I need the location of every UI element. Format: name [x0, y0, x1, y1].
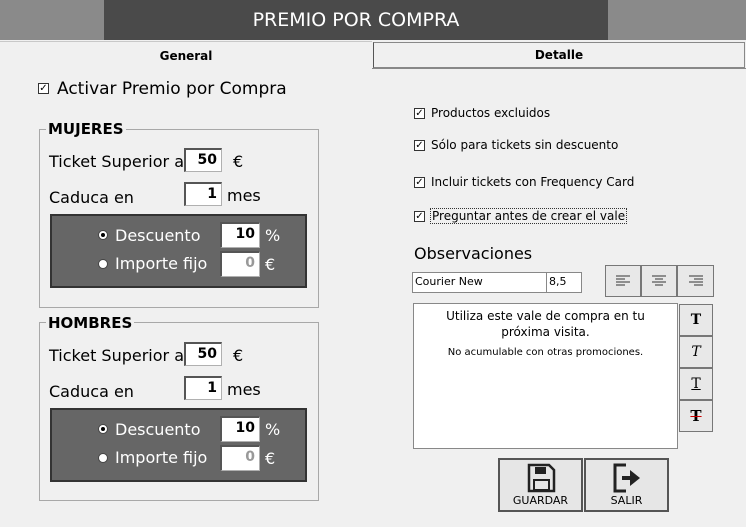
align-center-icon [652, 275, 666, 286]
bold-icon: T [690, 312, 702, 328]
align-right-button[interactable] [677, 265, 714, 297]
hombres-legend: HOMBRES [46, 314, 135, 332]
memo-line-1: Utiliza este vale de compra en tu [446, 309, 645, 323]
hombres-descuento-unit: % [265, 420, 281, 439]
sin-descuento-label: Sólo para tickets sin descuento [431, 138, 619, 152]
tab-detalle[interactable]: Detalle [373, 42, 745, 68]
mujeres-descuento-unit: % [265, 226, 281, 245]
frequency-card-label: Incluir tickets con Frequency Card [431, 175, 635, 189]
mujeres-importe-label: Importe fijo [115, 254, 208, 273]
activar-checkbox[interactable]: ✓ [38, 83, 49, 94]
underline-button[interactable]: T [679, 368, 713, 400]
productos-excluidos-checkbox[interactable]: ✓ [414, 108, 425, 119]
strikethrough-icon: T [690, 407, 702, 425]
mujeres-caduca-label: Caduca en [49, 188, 134, 207]
mujeres-importe-input[interactable]: 0 [220, 251, 260, 277]
hombres-ticket-label: Ticket Superior a [49, 346, 184, 365]
italic-button[interactable]: T [679, 336, 713, 368]
sin-descuento-checkbox[interactable]: ✓ [414, 140, 425, 151]
hombres-ticket-input[interactable]: 50 [184, 342, 222, 366]
align-right-icon [688, 275, 703, 286]
mujeres-caduca-unit: mes [227, 186, 261, 205]
memo-line-2: próxima visita. [501, 325, 590, 339]
hombres-importe-label: Importe fijo [115, 448, 208, 467]
mujeres-descuento-radio[interactable] [98, 230, 108, 240]
frequency-card-checkbox[interactable]: ✓ [414, 177, 425, 188]
salir-button[interactable]: SALIR [584, 458, 669, 512]
observaciones-label: Observaciones [414, 244, 533, 263]
salir-label: SALIR [610, 494, 643, 507]
window-title: PREMIO POR COMPRA [104, 0, 608, 40]
mujeres-ticket-input[interactable]: 50 [184, 148, 222, 172]
tab-general[interactable]: General [0, 41, 372, 70]
hombres-descuento-input[interactable]: 10 [220, 416, 260, 442]
hombres-caduca-label: Caduca en [49, 382, 134, 401]
productos-excluidos-label: Productos excluidos [431, 106, 551, 120]
hombres-importe-radio[interactable] [98, 453, 108, 463]
mujeres-ticket-unit: € [233, 152, 244, 171]
hombres-ticket-unit: € [233, 346, 244, 365]
bold-button[interactable]: T [679, 304, 713, 336]
font-size-input[interactable]: 8,5 [546, 272, 582, 293]
hombres-descuento-radio[interactable] [98, 424, 108, 434]
hombres-importe-unit: € [265, 449, 276, 468]
guardar-button[interactable]: GUARDAR [498, 458, 583, 512]
guardar-label: GUARDAR [512, 494, 569, 507]
align-left-button[interactable] [605, 265, 641, 297]
hombres-caduca-input[interactable]: 1 [184, 376, 222, 400]
preguntar-label: Preguntar antes de crear el vale [430, 208, 628, 224]
memo-line-3: No acumulable con otras promociones. [447, 347, 644, 358]
font-name-input[interactable]: Courier New [412, 272, 547, 293]
underline-icon: T [691, 376, 701, 392]
preguntar-checkbox[interactable]: ✓ [414, 211, 425, 222]
save-icon [527, 463, 556, 493]
italic-icon: T [691, 344, 701, 360]
tab-divider [372, 68, 746, 69]
hombres-importe-input[interactable]: 0 [220, 445, 260, 471]
strikethrough-button[interactable]: T [679, 400, 713, 432]
title-bar: PREMIO POR COMPRA [0, 0, 746, 40]
mujeres-ticket-label: Ticket Superior a [49, 152, 184, 171]
exit-icon [613, 463, 640, 493]
mujeres-caduca-input[interactable]: 1 [184, 182, 222, 206]
observaciones-memo[interactable]: Utiliza este vale de compra en tu próxim… [413, 303, 678, 449]
hombres-descuento-label: Descuento [115, 420, 201, 439]
mujeres-legend: MUJERES [46, 120, 126, 138]
align-center-button[interactable] [641, 265, 677, 297]
align-left-icon [616, 275, 630, 286]
mujeres-importe-unit: € [265, 255, 276, 274]
mujeres-descuento-input[interactable]: 10 [220, 222, 260, 248]
mujeres-descuento-label: Descuento [115, 226, 201, 245]
activar-label: Activar Premio por Compra [57, 79, 287, 99]
hombres-caduca-unit: mes [227, 380, 261, 399]
mujeres-importe-radio[interactable] [98, 259, 108, 269]
